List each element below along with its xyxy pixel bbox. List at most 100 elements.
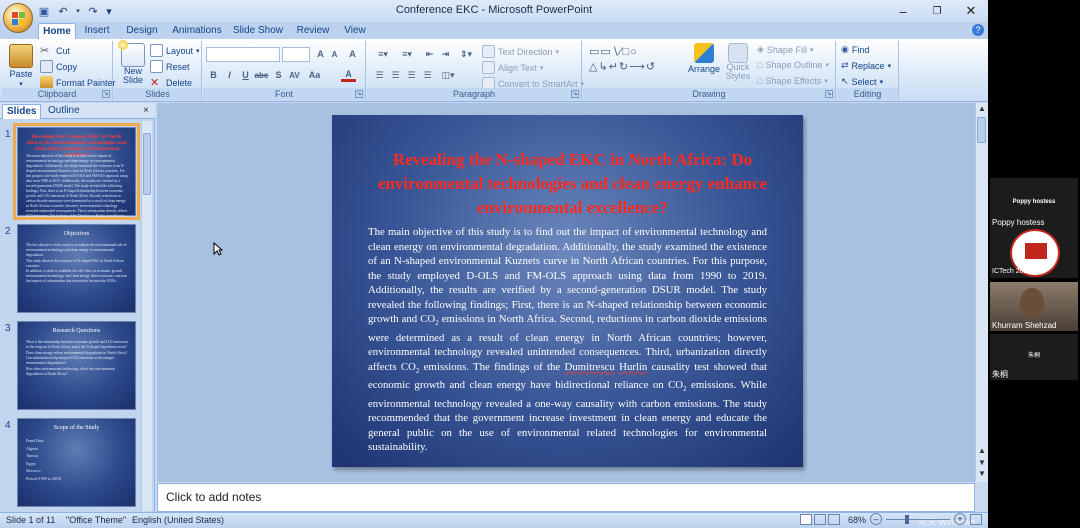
align-text-button[interactable]: Align Text ▾ <box>482 61 543 74</box>
cut-button[interactable]: ✂ Cut <box>40 44 70 57</box>
grow-font-button[interactable]: A <box>313 47 328 61</box>
zoom-in-icon[interactable]: + <box>954 513 966 525</box>
clear-format-button[interactable]: A <box>345 47 360 61</box>
notes-pane[interactable]: Click to add notes <box>157 483 975 512</box>
ribbon-tabs: Home Insert Design Animations Slide Show… <box>0 22 988 39</box>
line-spacing-button[interactable]: ⇕▾ <box>456 47 476 61</box>
shape-outline-button[interactable]: □ Shape Outline ▾ <box>757 60 829 70</box>
justify-button[interactable]: ☰ <box>420 68 435 82</box>
text-direction-button[interactable]: Text Direction ▾ <box>482 45 559 58</box>
text-direction-icon <box>482 45 495 58</box>
paste-button[interactable]: Paste ▾ <box>6 44 36 88</box>
normal-view-icon[interactable] <box>800 514 812 525</box>
decrease-indent-button[interactable]: ⇤ <box>422 47 437 61</box>
shape-effects-button[interactable]: □ Shape Effects ▾ <box>757 76 828 86</box>
overlay-text: 天天 Windows <box>918 517 976 527</box>
office-button[interactable] <box>3 3 33 33</box>
font-name-combo[interactable] <box>206 47 280 62</box>
font-launcher-icon[interactable]: ↘ <box>355 90 363 98</box>
close-panel-icon[interactable]: × <box>143 105 149 116</box>
quick-styles-button[interactable]: Quick Styles <box>723 43 753 81</box>
italic-button[interactable]: I <box>222 68 237 82</box>
previous-slide-icon[interactable]: ▲ <box>977 446 987 455</box>
font-color-button[interactable]: A <box>341 68 356 82</box>
replace-button[interactable]: ⇄ Replace ▾ <box>841 60 891 71</box>
scroll-down-icon[interactable]: ▼ <box>977 469 987 478</box>
participant-tile-khurram[interactable]: Khurram Shehzad <box>990 282 1078 331</box>
find-button[interactable]: ◉ Find <box>841 44 869 55</box>
zoom-slider[interactable] <box>886 519 950 520</box>
next-slide-icon[interactable]: ▼ <box>977 458 987 467</box>
scroll-up-icon[interactable]: ▲ <box>977 104 987 113</box>
tab-animations[interactable]: Animations <box>170 23 224 39</box>
zoom-out-icon[interactable]: – <box>870 513 882 525</box>
tab-insert[interactable]: Insert <box>80 23 114 39</box>
slide-sorter-icon[interactable] <box>814 514 826 525</box>
slide-scroll-thumb[interactable] <box>977 117 986 143</box>
current-slide[interactable]: Revealing the N-shaped EKC in North Afri… <box>332 115 803 467</box>
group-paragraph: ≡▾ ≡▾ ⇤ ⇥ ⇕▾ Text Direction ▾ ☰ ☰ ☰ ☰ ◫▾ … <box>367 41 584 100</box>
participant-label: 朱桐 <box>992 370 1008 379</box>
align-right-button[interactable]: ☰ <box>404 68 419 82</box>
reset-icon <box>150 60 163 73</box>
arrange-icon <box>694 43 714 63</box>
new-slide-button[interactable]: New Slide <box>118 40 148 85</box>
align-left-button[interactable]: ☰ <box>372 68 387 82</box>
arrange-button[interactable]: Arrange <box>687 43 721 74</box>
slide-title[interactable]: Revealing the N-shaped EKC in North Afri… <box>362 148 783 220</box>
close-button[interactable]: ✕ <box>954 0 988 22</box>
tab-slide-show[interactable]: Slide Show <box>232 23 284 39</box>
restore-button[interactable]: ❐ <box>920 0 954 22</box>
shape-fill-button[interactable]: ◈ Shape Fill ▾ <box>757 44 813 55</box>
layout-button[interactable]: Layout ▾ <box>150 44 200 57</box>
bullets-button[interactable]: ≡▾ <box>372 47 394 61</box>
shapes-gallery[interactable]: ▭▭∖∕□○ △↳↵↻⟶↺ <box>589 45 679 83</box>
help-icon[interactable]: ? <box>972 24 984 36</box>
zoom-level[interactable]: 68% <box>848 515 866 525</box>
align-center-button[interactable]: ☰ <box>388 68 403 82</box>
theme-name[interactable]: "Office Theme" <box>66 515 126 525</box>
tab-home[interactable]: Home <box>38 23 76 39</box>
tab-design[interactable]: Design <box>124 23 160 39</box>
copy-button[interactable]: Copy <box>40 60 77 73</box>
tab-slides[interactable]: Slides <box>2 104 42 119</box>
panel-scroll-thumb[interactable] <box>143 133 151 195</box>
participant-tile-host[interactable]: Poppy hostess Poppy hostess ICTech 2023 <box>990 178 1078 278</box>
font-size-combo[interactable] <box>282 47 310 62</box>
language[interactable]: English (United States) <box>132 515 224 525</box>
numbering-button[interactable]: ≡▾ <box>396 47 418 61</box>
paragraph-launcher-icon[interactable]: ↘ <box>571 90 579 98</box>
slide-body[interactable]: The main objective of this study is to f… <box>368 225 767 455</box>
slide-thumbnail-3[interactable]: Research Questions What is the relations… <box>17 321 136 410</box>
participant-tile-zhu[interactable]: 朱桐 朱桐 <box>990 334 1078 380</box>
change-case-button[interactable]: Aa <box>307 68 322 82</box>
slides-label: Slides <box>114 88 201 100</box>
increase-indent-button[interactable]: ⇥ <box>438 47 453 61</box>
reset-button[interactable]: Reset <box>150 60 190 73</box>
panel-scrollbar[interactable] <box>141 121 152 511</box>
underline-button[interactable]: U <box>238 68 253 82</box>
ribbon: Paste ▾ ✂ Cut Copy Format Painter Clipbo… <box>0 39 988 102</box>
strikethrough-button[interactable]: abc <box>254 68 269 82</box>
shrink-font-button[interactable]: A <box>327 47 342 61</box>
tab-outline[interactable]: Outline <box>44 104 84 119</box>
zoom-slider-thumb[interactable] <box>905 515 909 524</box>
slide-thumbnail-1[interactable]: Revealing the N-shaped EKC in North Afri… <box>13 123 140 228</box>
layout-icon <box>150 44 163 57</box>
shadow-button[interactable]: S <box>271 68 286 82</box>
bold-button[interactable]: B <box>206 68 221 82</box>
drawing-launcher-icon[interactable]: ↘ <box>825 90 833 98</box>
slide-thumbnail-2[interactable]: Objectives The key objective of this stu… <box>17 224 136 313</box>
tab-review[interactable]: Review <box>294 23 332 39</box>
clipboard-launcher-icon[interactable]: ↘ <box>102 90 110 98</box>
tab-view[interactable]: View <box>340 23 370 39</box>
columns-button[interactable]: ◫▾ <box>438 68 458 82</box>
slide-thumbnail-4[interactable]: Scope of the Study Panel Data Algeria Tu… <box>17 418 136 507</box>
align-text-icon <box>482 61 495 74</box>
fit-to-window-icon[interactable] <box>970 514 982 525</box>
slide-scrollbar[interactable]: ▲ ▲ ▼ ▼ <box>975 103 988 482</box>
select-button[interactable]: ↖ Select ▾ <box>841 76 883 87</box>
char-spacing-button[interactable]: AV <box>287 68 302 82</box>
minimize-button[interactable]: – <box>886 0 920 22</box>
slideshow-icon[interactable] <box>828 514 840 525</box>
